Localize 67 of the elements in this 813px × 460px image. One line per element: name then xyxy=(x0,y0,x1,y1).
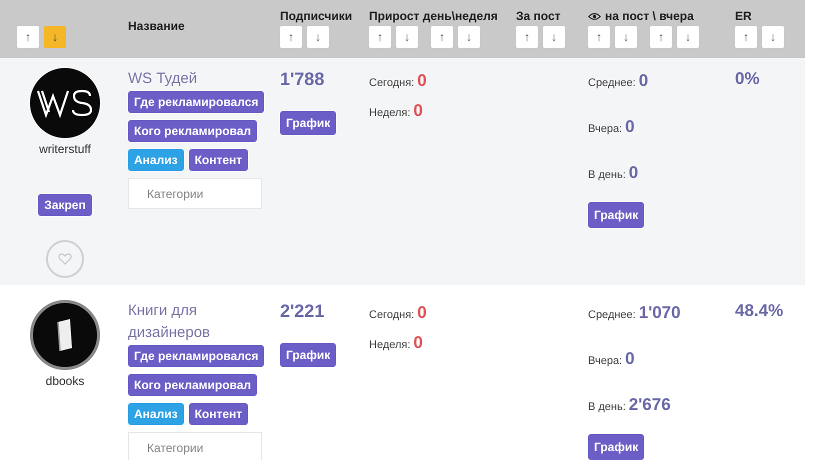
column-title: ER xyxy=(735,8,752,25)
views-value: 0 xyxy=(625,348,635,370)
views-value: 1'070 xyxy=(638,302,681,324)
username: writerstuff xyxy=(39,141,91,158)
subscriber-count: 1'788 xyxy=(280,68,324,90)
stat-label: Вчера: xyxy=(588,122,622,137)
views-value: 0 xyxy=(638,70,648,92)
pin-button[interactable]: Закреп xyxy=(38,194,92,216)
chart-button[interactable]: График xyxy=(280,111,336,135)
growth-value: 0 xyxy=(417,70,427,92)
growth-value: 0 xyxy=(413,100,423,122)
stat-label: Неделя: xyxy=(369,106,410,121)
sort-button[interactable]: ↓ xyxy=(307,26,329,48)
action-button[interactable]: Контент xyxy=(188,403,248,425)
chart-button[interactable]: График xyxy=(588,434,644,460)
sort-button[interactable]: ↑ xyxy=(431,26,453,48)
column-title: Подписчики xyxy=(280,8,352,25)
er-value: 0% xyxy=(735,68,761,90)
chart-button[interactable]: График xyxy=(280,343,336,367)
column-title: Название xyxy=(128,18,185,35)
action-button[interactable]: Контент xyxy=(188,149,248,171)
er-value: 48.4% xyxy=(735,300,784,322)
growth-value: 0 xyxy=(417,302,427,324)
sort-button[interactable]: ↓ xyxy=(677,26,699,48)
action-button[interactable]: Кого рекламировал xyxy=(128,120,258,142)
action-button[interactable]: Где рекламировался xyxy=(128,91,264,113)
heart-icon xyxy=(58,253,72,265)
column-title: Прирост день\неделя xyxy=(369,8,498,25)
sort-button[interactable]: ↑ xyxy=(17,26,39,48)
stat-label: Вчера: xyxy=(588,354,622,369)
sort-button[interactable]: ↑ xyxy=(516,26,538,48)
stat-label: В день: xyxy=(588,400,626,415)
stat-label: Сегодня: xyxy=(369,308,414,323)
column-title: За пост xyxy=(516,8,560,25)
views-value: 0 xyxy=(625,116,635,138)
action-button[interactable]: Кого рекламировал xyxy=(128,374,258,396)
column-title: на пост \ вчера xyxy=(605,8,694,25)
action-button[interactable]: Где рекламировался xyxy=(128,345,264,367)
username: dbooks xyxy=(46,373,84,390)
sort-button[interactable]: ↓ xyxy=(543,26,565,48)
sort-button[interactable]: ↓ xyxy=(615,26,637,48)
sort-button[interactable]: ↑ xyxy=(650,26,672,48)
channel-title[interactable]: Книги для дизайнеров xyxy=(128,300,268,344)
sort-button[interactable]: ↓ xyxy=(762,26,784,48)
category-field[interactable]: Категории xyxy=(128,178,262,209)
sort-button[interactable]: ↑ xyxy=(735,26,757,48)
stat-label: Среднее: xyxy=(588,308,636,323)
sort-button[interactable]: ↑ xyxy=(588,26,610,48)
sort-button[interactable]: ↓ xyxy=(458,26,480,48)
stat-label: Неделя: xyxy=(369,338,410,353)
growth-value: 0 xyxy=(413,332,423,354)
stat-label: Сегодня: xyxy=(369,76,414,91)
chart-button[interactable]: График xyxy=(588,202,644,228)
views-value: 2'676 xyxy=(628,394,671,416)
sort-button[interactable]: ↑ xyxy=(369,26,391,48)
subscriber-count: 2'221 xyxy=(280,300,324,322)
action-button[interactable]: Анализ xyxy=(128,149,184,171)
stat-label: В день: xyxy=(588,168,626,183)
sort-button[interactable]: ↑ xyxy=(280,26,302,48)
channel-title[interactable]: WS Тудей xyxy=(128,68,198,90)
stat-label: Среднее: xyxy=(588,76,636,91)
like-button[interactable] xyxy=(46,240,84,278)
sort-button[interactable]: ↓ xyxy=(44,26,66,48)
category-field[interactable]: Категории xyxy=(128,432,262,460)
views-value: 0 xyxy=(628,162,638,184)
action-button[interactable]: Анализ xyxy=(128,403,184,425)
sort-button[interactable]: ↓ xyxy=(396,26,418,48)
